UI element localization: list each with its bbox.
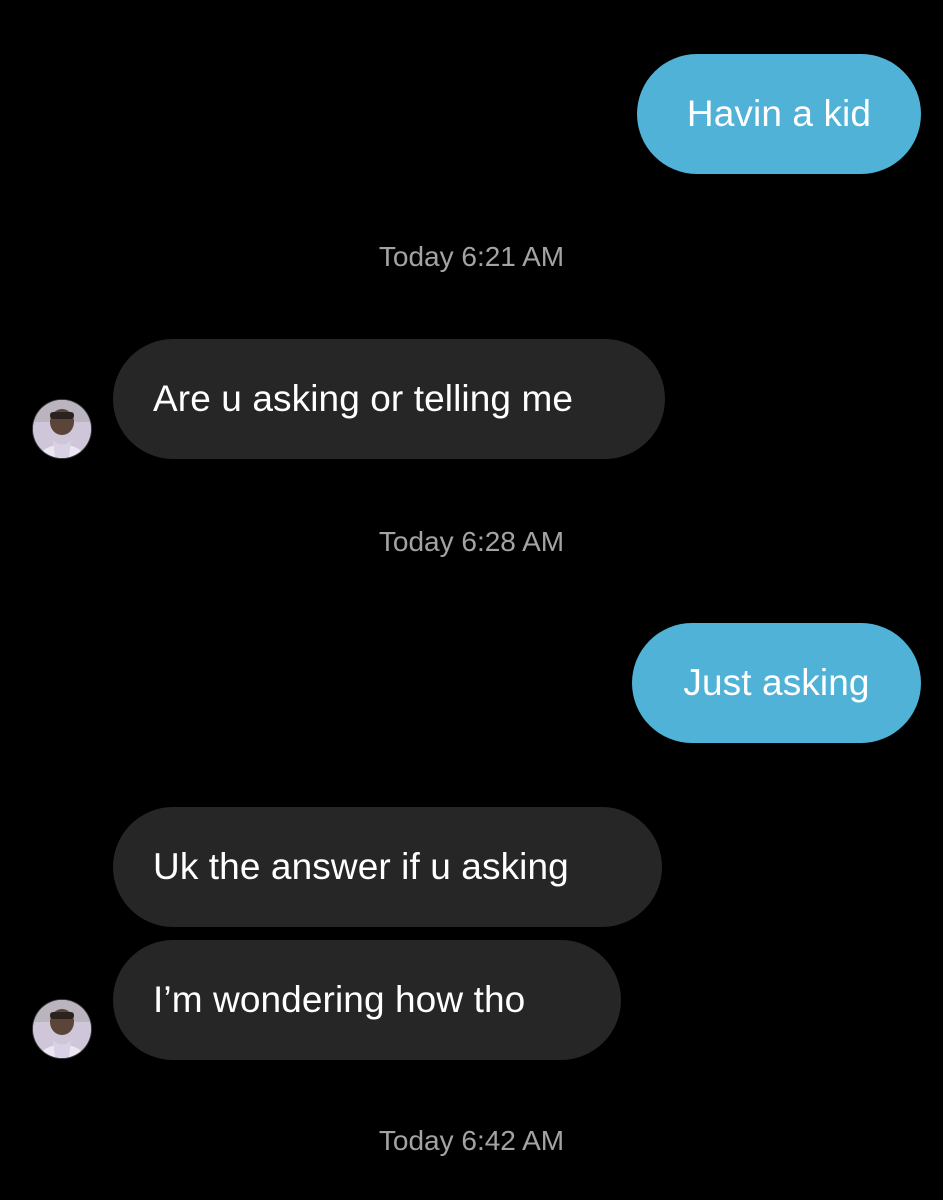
message-timestamp: Today 6:21 AM	[0, 240, 943, 274]
received-message-bubble[interactable]: I’m wondering how tho	[113, 940, 621, 1060]
message-text: Just asking	[683, 662, 870, 703]
message-timestamp: Today 6:28 AM	[0, 525, 943, 559]
timestamp-text: Today 6:21 AM	[378, 241, 565, 272]
sent-message-bubble[interactable]: Just asking	[632, 623, 921, 743]
contact-avatar[interactable]	[33, 1000, 91, 1058]
received-message-bubble[interactable]: Are u asking or telling me	[113, 339, 665, 459]
timestamp-text: Today 6:42 AM	[378, 1125, 565, 1156]
timestamp-text: Today 6:28 AM	[378, 526, 565, 557]
avatar-photo-icon	[33, 1000, 91, 1058]
message-text: Havin a kid	[686, 93, 872, 134]
message-text: I’m wondering how tho	[153, 979, 526, 1020]
message-text: Are u asking or telling me	[153, 378, 574, 419]
message-text: Uk the answer if u asking	[153, 846, 569, 887]
message-timestamp: Today 6:42 AM	[0, 1124, 943, 1158]
sent-message-bubble[interactable]: Havin a kid	[637, 54, 921, 174]
contact-avatar[interactable]	[33, 400, 91, 458]
received-message-bubble[interactable]: Uk the answer if u asking	[113, 807, 662, 927]
avatar-photo-icon	[33, 400, 91, 458]
